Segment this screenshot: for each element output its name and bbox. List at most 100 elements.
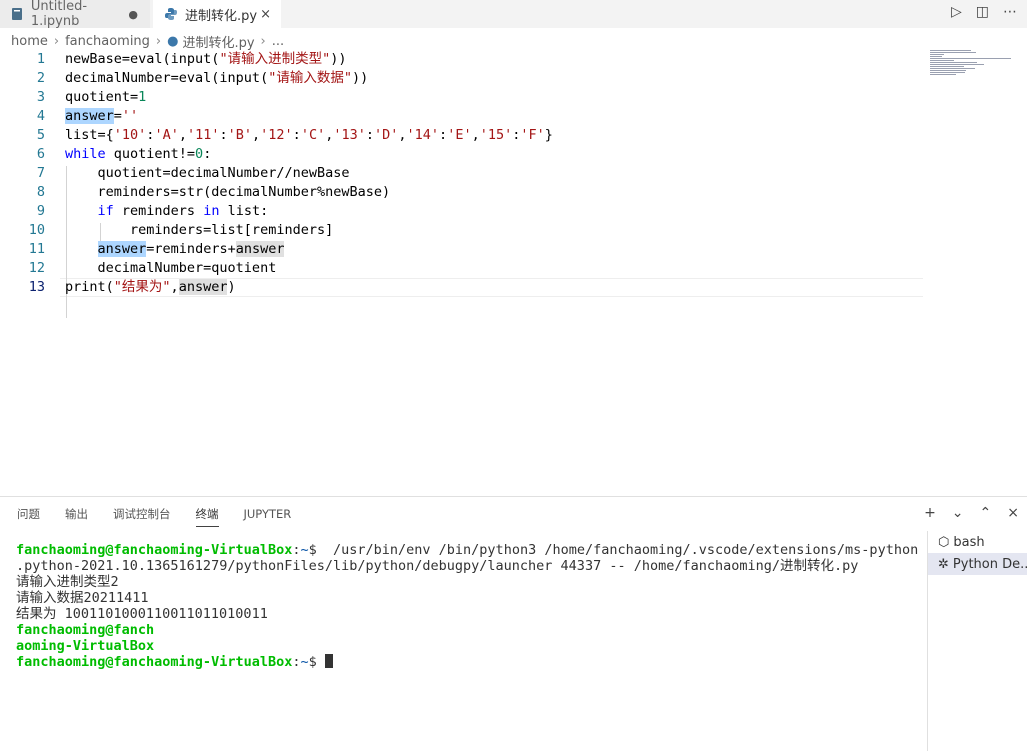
chevron-right-icon: › [260,33,266,49]
terminal-prompt: aoming-VirtualBox [16,638,155,654]
tab-problems[interactable]: 问题 [9,497,48,531]
code-token: 'E' [447,127,472,143]
python-icon [163,6,179,22]
tab-terminal[interactable]: 终端 [188,497,227,531]
code-token: decimalNumber=eval(input( [65,70,269,86]
code-token: ) [227,279,236,295]
add-terminal-icon[interactable]: + [924,505,936,521]
code-line[interactable]: while quotient!=0: [65,145,553,164]
code-token: 'A' [154,127,179,143]
line-number: 4 [36,108,45,124]
code-token: : [365,127,374,143]
code-token: =reminders+ [146,241,236,257]
code-token: '10' [113,127,147,143]
tab-debug-console[interactable]: 调试控制台 [105,497,179,531]
code-token: quotient=decimalNumber//newBase [65,165,350,181]
unsaved-dot-icon[interactable]: ● [128,8,138,21]
terminal-item-python-debug[interactable]: ✲ Python De... [928,553,1027,575]
code-token: = [113,108,122,124]
minimap-line [930,58,1011,59]
code-line[interactable]: list={'10':'A','11':'B','12':'C','13':'D… [65,126,553,145]
code-line[interactable]: reminders=str(decimalNumber%newBase) [65,183,553,202]
breadcrumb-item-folder[interactable]: fanchaoming [65,34,150,49]
debug-icon: ✲ [938,556,949,572]
code-token: )) [330,51,347,67]
split-editor-icon[interactable]: ◫ [976,4,989,20]
terminal-line: 结果为 1001101000110011011010011 [16,606,916,622]
panel-actions: + ⌄ ⌃ × [924,505,1019,521]
terminal-line: fanchaoming@fanch [16,622,916,638]
more-actions-icon[interactable]: ⋯ [1003,4,1017,20]
tab-untitled-notebook[interactable]: Untitled-1.ipynb ● [0,0,150,29]
code-line[interactable]: decimalNumber=eval(input("请输入数据")) [65,69,553,88]
code-token: "请输入数据" [268,70,352,86]
terminal-line: fanchaoming@fanchaoming-VirtualBox:~$ [16,654,916,670]
tab-output[interactable]: 输出 [57,497,96,531]
minimap-line [930,72,965,73]
chevron-right-icon: › [53,33,60,49]
code-editor[interactable]: 1 2 3 4 5 6 7 8 9 10 11 12 13 newBase=eval(input("请输… [0,50,1027,495]
code-token: '14' [406,127,440,143]
close-icon[interactable]: × [260,7,271,22]
code-line[interactable]: decimalNumber=quotient [65,259,553,278]
terminal-item-bash[interactable]: ⬡ bash [928,531,1027,553]
code-token: reminders [113,203,204,219]
terminal-line: .python-2021.10.1365161279/pythonFiles/l… [16,558,916,574]
terminal-text: $ [308,654,325,670]
terminal-cursor [324,654,333,668]
tab-label: Untitled-1.ipynb [30,0,88,29]
code-token: answer [97,241,147,257]
breadcrumb-item-more[interactable]: ... [272,34,284,49]
tab-jupyter[interactable]: JUPYTER [236,497,300,531]
code-line[interactable]: newBase=eval(input("请输入进制类型")) [65,50,553,69]
code-line[interactable]: answer='' [65,107,553,126]
code-token: } [544,127,553,143]
chevron-right-icon: › [155,33,162,49]
minimap-line [930,74,956,75]
code-token: answer [178,279,228,295]
terminal-icon: ⬡ [938,534,950,550]
code-token: print( [65,279,114,295]
maximize-panel-icon[interactable]: ⌃ [980,505,992,521]
terminal-text: 请输入数据20211411 [16,590,149,606]
code-token: 'F' [520,127,545,143]
code-token: quotient= [65,89,139,105]
terminal-item-label: Python De... [952,556,1027,572]
code-token: 0 [195,146,204,162]
code-token: 'B' [227,127,253,143]
close-panel-icon[interactable]: × [1007,505,1019,521]
minimap-line [930,70,966,71]
code-line[interactable]: reminders=list[reminders] [65,221,553,240]
terminal-text: .python-2021.10.1365161279/pythonFiles/l… [16,558,859,574]
code-token: : [203,146,212,162]
code-token: reminders=list[reminders] [65,222,334,238]
code-token: 'D' [374,127,399,143]
line-number: 12 [28,260,45,276]
terminal-text: ~ [300,542,309,558]
minimap-line [930,56,942,57]
breadcrumb-item-home[interactable]: home [11,34,48,49]
breadcrumb-item-file[interactable]: 进制转化.py [182,32,254,51]
code-token: , [178,127,187,143]
terminal-output[interactable]: fanchaoming@fanchaoming-VirtualBox:~$ /u… [16,542,918,670]
notebook-icon [10,6,25,22]
tab-jinzhi-py[interactable]: 进制转化.py × [153,0,281,28]
minimap-line [930,66,964,67]
terminal-text: ~ [300,654,309,670]
code-line[interactable]: answer=reminders+answer [65,240,553,259]
run-icon[interactable]: ▷ [951,4,962,20]
chevron-down-icon[interactable]: ⌄ [952,505,964,521]
line-number: 2 [36,70,45,86]
minimap[interactable] [930,50,1027,76]
minimap-line [930,60,954,61]
code-line[interactable]: print("结果为",answer) [65,278,553,297]
terminal-item-label: bash [953,534,985,550]
code-line[interactable]: quotient=decimalNumber//newBase [65,164,553,183]
code-line[interactable]: if reminders in list: [65,202,553,221]
terminal-line: 请输入数据20211411 [16,590,916,606]
code-content[interactable]: newBase=eval(input("请输入进制类型")) decimalNum… [65,50,553,297]
code-line[interactable]: quotient=1 [65,88,553,107]
code-token: decimalNumber=quotient [65,260,277,276]
